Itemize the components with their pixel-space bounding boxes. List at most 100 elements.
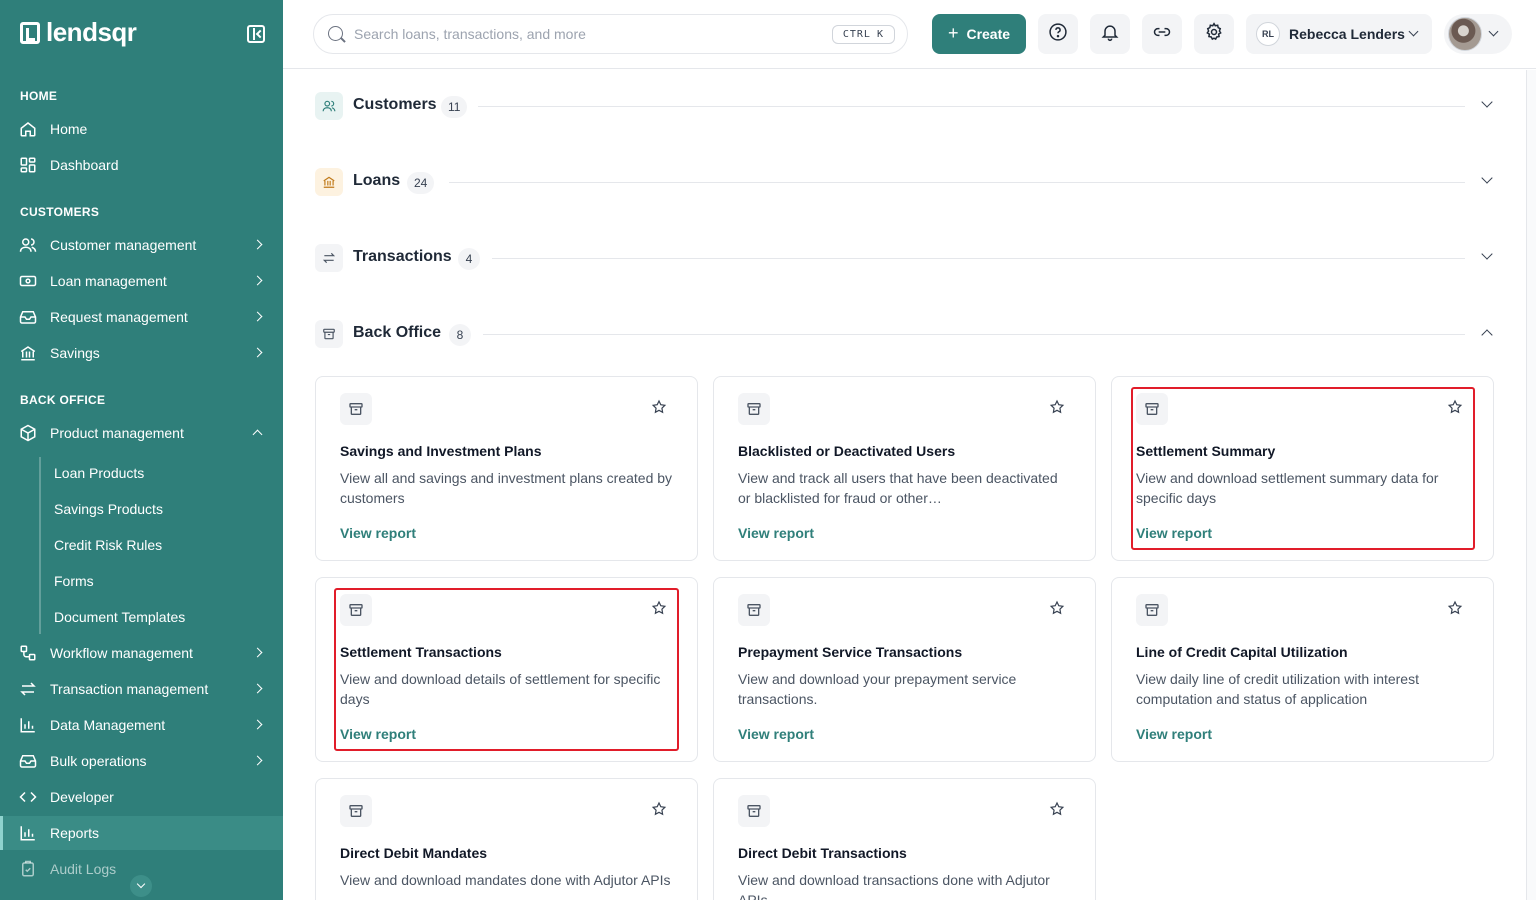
group-title: Back Office bbox=[353, 324, 442, 341]
sidebar-subitem-document-templates[interactable]: Document Templates bbox=[54, 609, 185, 625]
card-description: View and download details of settlement … bbox=[340, 671, 661, 707]
app-root: lendsqr HOME Home Dashboard CUSTOMERS Cu… bbox=[0, 0, 1536, 900]
view-report-link[interactable]: View report bbox=[738, 726, 814, 742]
chevron-down-icon[interactable] bbox=[1481, 172, 1493, 184]
sidebar-scroll-down-button[interactable] bbox=[130, 875, 152, 897]
help-button[interactable] bbox=[1038, 14, 1078, 54]
sidebar-item-label: Workflow management bbox=[50, 645, 193, 661]
top-header: CTRL K + Create bbox=[283, 0, 1536, 69]
card-title: Direct Debit Mandates bbox=[340, 845, 488, 861]
workflow-icon bbox=[18, 643, 38, 663]
shortcut-key: K bbox=[876, 29, 884, 40]
report-group-back-office[interactable]: Back Office 8 bbox=[315, 320, 1495, 350]
report-card-savings-investment-plans[interactable]: Savings and Investment Plans View all an… bbox=[315, 376, 698, 561]
bell-icon bbox=[1100, 22, 1120, 47]
star-icon[interactable] bbox=[1447, 600, 1463, 616]
star-icon[interactable] bbox=[651, 801, 667, 817]
report-group-transactions[interactable]: Transactions 4 bbox=[315, 244, 1495, 274]
chevron-right-icon bbox=[252, 719, 263, 730]
sidebar-item-request-management[interactable]: Request management bbox=[0, 300, 283, 334]
search-input[interactable] bbox=[354, 26, 794, 42]
star-icon[interactable] bbox=[651, 600, 667, 616]
report-card-direct-debit-transactions[interactable]: Direct Debit Transactions View and downl… bbox=[713, 778, 1096, 900]
sidebar-item-customer-management[interactable]: Customer management bbox=[0, 228, 283, 262]
archive-icon bbox=[1136, 594, 1168, 626]
create-button[interactable]: + Create bbox=[932, 14, 1026, 54]
archive-icon bbox=[738, 594, 770, 626]
report-card-settlement-summary[interactable]: Settlement Summary View and download set… bbox=[1111, 376, 1494, 561]
sidebar-item-dashboard[interactable]: Dashboard bbox=[0, 148, 283, 182]
view-report-link[interactable]: View report bbox=[1136, 726, 1212, 742]
notifications-button[interactable] bbox=[1090, 14, 1130, 54]
view-report-link[interactable]: View report bbox=[1136, 525, 1212, 541]
card-description: View and download mandates done with Adj… bbox=[340, 872, 671, 888]
sidebar-item-label: Home bbox=[50, 121, 88, 137]
sidebar-item-transaction-management[interactable]: Transaction management bbox=[0, 672, 283, 706]
report-group-customers[interactable]: Customers 11 bbox=[315, 92, 1495, 122]
sidebar-subitem-forms[interactable]: Forms bbox=[54, 573, 94, 589]
sidebar-subitem-credit-risk-rules[interactable]: Credit Risk Rules bbox=[54, 537, 162, 553]
search-bar[interactable]: CTRL K bbox=[313, 14, 908, 54]
brand-logo[interactable]: lendsqr bbox=[20, 17, 137, 48]
avatar bbox=[1448, 17, 1482, 51]
archive-icon bbox=[315, 320, 343, 348]
chevron-right-icon bbox=[252, 755, 263, 766]
group-title: Customers bbox=[353, 96, 437, 113]
sidebar-item-loan-management[interactable]: Loan management bbox=[0, 264, 283, 298]
sidebar-item-label: Developer bbox=[50, 789, 114, 805]
collapse-sidebar-icon[interactable] bbox=[247, 25, 265, 43]
main-scrollbar[interactable] bbox=[1526, 70, 1536, 900]
sidebar-item-product-management[interactable]: Product management bbox=[0, 416, 283, 450]
create-button-label: Create bbox=[966, 26, 1011, 42]
star-icon[interactable] bbox=[1049, 600, 1065, 616]
arrows-exchange-icon bbox=[315, 244, 343, 272]
sidebar-item-home[interactable]: Home bbox=[0, 112, 283, 146]
chevron-right-icon bbox=[252, 347, 263, 358]
chevron-right-icon bbox=[252, 239, 263, 250]
star-icon[interactable] bbox=[1447, 399, 1463, 415]
view-report-link[interactable]: View report bbox=[340, 525, 416, 541]
card-title: Settlement Summary bbox=[1136, 443, 1276, 459]
arrows-exchange-icon bbox=[18, 679, 38, 699]
star-icon[interactable] bbox=[1049, 801, 1065, 817]
sidebar-item-bulk-operations[interactable]: Bulk operations bbox=[0, 744, 283, 778]
sidebar-item-label: Bulk operations bbox=[50, 753, 147, 769]
report-card-prepayment-service-transactions[interactable]: Prepayment Service Transactions View and… bbox=[713, 577, 1096, 762]
sidebar-item-data-management[interactable]: Data Management bbox=[0, 708, 283, 742]
link-button[interactable] bbox=[1142, 14, 1182, 54]
sidebar-subitem-savings-products[interactable]: Savings Products bbox=[54, 501, 163, 517]
view-report-link[interactable]: View report bbox=[340, 726, 416, 742]
card-title: Savings and Investment Plans bbox=[340, 443, 542, 459]
sidebar-item-label: Data Management bbox=[50, 717, 166, 733]
report-group-loans[interactable]: Loans 24 bbox=[315, 168, 1495, 198]
gear-icon bbox=[1204, 21, 1224, 47]
group-count-badge: 8 bbox=[449, 324, 471, 346]
report-card-line-of-credit-utilization[interactable]: Line of Credit Capital Utilization View … bbox=[1111, 577, 1494, 762]
sidebar-item-savings[interactable]: Savings bbox=[0, 336, 283, 370]
sidebar-item-workflow-management[interactable]: Workflow management bbox=[0, 636, 283, 670]
search-icon bbox=[328, 26, 343, 41]
chevron-down-icon[interactable] bbox=[1481, 248, 1493, 260]
sidebar-item-label: Loan management bbox=[50, 273, 167, 289]
sidebar-item-label: Audit Logs bbox=[50, 861, 117, 877]
profile-menu-button[interactable] bbox=[1444, 14, 1512, 54]
sidebar-item-reports[interactable]: Reports bbox=[0, 816, 283, 850]
report-card-settlement-transactions[interactable]: Settlement Transactions View and downloa… bbox=[315, 577, 698, 762]
card-title: Settlement Transactions bbox=[340, 644, 502, 660]
sidebar-subitem-loan-products[interactable]: Loan Products bbox=[54, 465, 144, 481]
section-label-back-office: BACK OFFICE bbox=[20, 393, 106, 407]
chevron-up-icon[interactable] bbox=[1481, 329, 1493, 341]
star-icon[interactable] bbox=[651, 399, 667, 415]
sidebar-item-label: Customer management bbox=[50, 237, 197, 253]
user-menu-button[interactable]: RL Rebecca Lenders bbox=[1246, 14, 1432, 54]
reports-main: Customers 11 Loans 24 Transactions 4 Bac… bbox=[283, 70, 1526, 900]
sidebar-item-developer[interactable]: Developer bbox=[0, 780, 283, 814]
settings-button[interactable] bbox=[1194, 14, 1234, 54]
star-icon[interactable] bbox=[1049, 399, 1065, 415]
card-title: Direct Debit Transactions bbox=[738, 845, 907, 861]
chevron-down-icon[interactable] bbox=[1481, 96, 1493, 108]
report-card-direct-debit-mandates[interactable]: Direct Debit Mandates View and download … bbox=[315, 778, 698, 900]
view-report-link[interactable]: View report bbox=[738, 525, 814, 541]
report-card-blacklisted-users[interactable]: Blacklisted or Deactivated Users View an… bbox=[713, 376, 1096, 561]
group-title: Loans bbox=[353, 172, 401, 189]
